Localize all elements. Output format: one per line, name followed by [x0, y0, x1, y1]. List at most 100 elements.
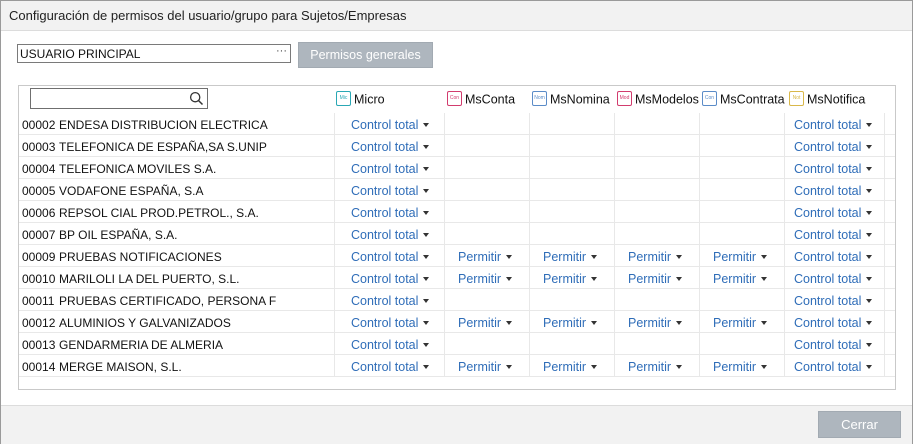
permission-dropdown-mscontrata[interactable]: Permitir: [713, 272, 768, 286]
chevron-down-icon[interactable]: [676, 276, 683, 281]
chevron-down-icon[interactable]: [866, 188, 873, 193]
user-selector-browse-button[interactable]: ···: [276, 45, 287, 57]
chevron-down-icon[interactable]: [506, 320, 513, 325]
company-row[interactable]: 00012 ALUMINIOS Y GALVANIZADOS Control tot…: [19, 311, 895, 333]
general-permissions-button[interactable]: Permisos generales: [298, 42, 433, 68]
chevron-down-icon[interactable]: [866, 210, 873, 215]
permission-dropdown-msmodelos[interactable]: Permitir: [628, 250, 683, 264]
permission-dropdown-msnomina[interactable]: Permitir: [543, 272, 598, 286]
company-search-input[interactable]: [30, 88, 208, 109]
permission-dropdown-micro[interactable]: Control total: [351, 316, 430, 330]
chevron-down-icon[interactable]: [866, 122, 873, 127]
permission-dropdown-msnotifica[interactable]: Control total: [794, 294, 873, 308]
permission-dropdown-msconta[interactable]: Permitir: [458, 272, 513, 286]
permission-dropdown-msconta[interactable]: Permitir: [458, 360, 513, 374]
company-row[interactable]: 00007 BP OIL ESPAÑA, S.A. Control total Con…: [19, 223, 895, 245]
chevron-down-icon[interactable]: [423, 276, 430, 281]
chevron-down-icon[interactable]: [423, 188, 430, 193]
permission-dropdown-msnotifica[interactable]: Control total: [794, 360, 873, 374]
close-button[interactable]: Cerrar: [818, 411, 901, 438]
permission-dropdown-micro[interactable]: Control total: [351, 294, 430, 308]
chevron-down-icon[interactable]: [591, 276, 598, 281]
chevron-down-icon[interactable]: [591, 254, 598, 259]
chevron-down-icon[interactable]: [866, 320, 873, 325]
permission-dropdown-msnotifica[interactable]: Control total: [794, 118, 873, 132]
permission-dropdown-msmodelos[interactable]: Permitir: [628, 316, 683, 330]
chevron-down-icon[interactable]: [866, 364, 873, 369]
permission-dropdown-msnotifica[interactable]: Control total: [794, 184, 873, 198]
chevron-down-icon[interactable]: [423, 144, 430, 149]
company-row[interactable]: 00004 TELEFONICA MOVILES S.A. Control tota…: [19, 157, 895, 179]
chevron-down-icon[interactable]: [866, 298, 873, 303]
chevron-down-icon[interactable]: [591, 364, 598, 369]
chevron-down-icon[interactable]: [761, 364, 768, 369]
permission-dropdown-msnomina[interactable]: Permitir: [543, 250, 598, 264]
permission-dropdown-msnotifica[interactable]: Control total: [794, 228, 873, 242]
chevron-down-icon[interactable]: [423, 166, 430, 171]
permission-dropdown-micro[interactable]: Control total: [351, 228, 430, 242]
permission-dropdown-msnotifica[interactable]: Control total: [794, 140, 873, 154]
permission-dropdown-micro[interactable]: Control total: [351, 162, 430, 176]
chevron-down-icon[interactable]: [423, 232, 430, 237]
chevron-down-icon[interactable]: [866, 232, 873, 237]
chevron-down-icon[interactable]: [423, 254, 430, 259]
permission-dropdown-msnomina[interactable]: Permitir: [543, 360, 598, 374]
permission-dropdown-msnotifica[interactable]: Control total: [794, 206, 873, 220]
chevron-down-icon[interactable]: [423, 210, 430, 215]
permission-dropdown-micro[interactable]: Control total: [351, 184, 430, 198]
company-row[interactable]: 00014 MERGE MAISON, S.L. Control total Perm…: [19, 355, 895, 377]
permission-dropdown-mscontrata[interactable]: Permitir: [713, 250, 768, 264]
company-row[interactable]: 00013 GENDARMERIA DE ALMERIA Control total…: [19, 333, 895, 355]
chevron-down-icon[interactable]: [676, 320, 683, 325]
permission-dropdown-micro[interactable]: Control total: [351, 360, 430, 374]
permission-dropdown-msconta[interactable]: Permitir: [458, 250, 513, 264]
chevron-down-icon[interactable]: [506, 254, 513, 259]
chevron-down-icon[interactable]: [866, 276, 873, 281]
permission-dropdown-msnotifica[interactable]: Control total: [794, 162, 873, 176]
company-row[interactable]: 00003 TELEFONICA DE ESPAÑA,SA S.UNIP Contr…: [19, 135, 895, 157]
chevron-down-icon[interactable]: [866, 342, 873, 347]
chevron-down-icon[interactable]: [591, 320, 598, 325]
company-row[interactable]: 00006 REPSOL CIAL PROD.PETROL., S.A. Contr…: [19, 201, 895, 223]
chevron-down-icon[interactable]: [423, 320, 430, 325]
user-selector-field[interactable]: USUARIO PRINCIPAL ···: [17, 44, 291, 63]
permission-dropdown-micro[interactable]: Control total: [351, 338, 430, 352]
chevron-down-icon[interactable]: [676, 254, 683, 259]
permission-dropdown-msmodelos[interactable]: Permitir: [628, 360, 683, 374]
chevron-down-icon[interactable]: [761, 254, 768, 259]
chevron-down-icon[interactable]: [866, 166, 873, 171]
permission-dropdown-msmodelos[interactable]: Permitir: [628, 272, 683, 286]
permission-dropdown-msnotifica[interactable]: Control total: [794, 338, 873, 352]
chevron-down-icon[interactable]: [423, 298, 430, 303]
permission-dropdown-msnomina[interactable]: Permitir: [543, 316, 598, 330]
permission-dropdown-micro[interactable]: Control total: [351, 140, 430, 154]
permission-dropdown-micro[interactable]: Control total: [351, 118, 430, 132]
permission-dropdown-mscontrata[interactable]: Permitir: [713, 316, 768, 330]
column-header-mscontrata: Con MsContrata: [702, 91, 785, 108]
chevron-down-icon[interactable]: [761, 276, 768, 281]
company-row[interactable]: 00011 PRUEBAS CERTIFICADO, PERSONA F Contr…: [19, 289, 895, 311]
permission-dropdown-micro[interactable]: Control total: [351, 206, 430, 220]
permission-dropdown-mscontrata[interactable]: Permitir: [713, 360, 768, 374]
company-row[interactable]: 00009 PRUEBAS NOTIFICACIONES Control total…: [19, 245, 895, 267]
company-row[interactable]: 00002 ENDESA DISTRIBUCION ELECTRICA Contro…: [19, 113, 895, 135]
chevron-down-icon[interactable]: [423, 122, 430, 127]
permission-dropdown-msconta[interactable]: Permitir: [458, 316, 513, 330]
chevron-down-icon[interactable]: [761, 320, 768, 325]
chevron-down-icon[interactable]: [423, 364, 430, 369]
chevron-down-icon[interactable]: [866, 144, 873, 149]
company-row[interactable]: 00010 MARILOLI LA DEL PUERTO, S.L. Control…: [19, 267, 895, 289]
permission-dropdown-msnotifica[interactable]: Control total: [794, 272, 873, 286]
chevron-down-icon[interactable]: [506, 364, 513, 369]
permission-dropdown-micro[interactable]: Control total: [351, 272, 430, 286]
chevron-down-icon[interactable]: [506, 276, 513, 281]
permission-dropdown-msnotifica[interactable]: Control total: [794, 250, 873, 264]
search-icon[interactable]: [189, 91, 204, 106]
chevron-down-icon[interactable]: [423, 342, 430, 347]
chevron-down-icon[interactable]: [866, 254, 873, 259]
permission-value: Permitir: [713, 360, 757, 374]
permission-dropdown-micro[interactable]: Control total: [351, 250, 430, 264]
company-row[interactable]: 00005 VODAFONE ESPAÑA, S.A Control total Co…: [19, 179, 895, 201]
chevron-down-icon[interactable]: [676, 364, 683, 369]
permission-dropdown-msnotifica[interactable]: Control total: [794, 316, 873, 330]
